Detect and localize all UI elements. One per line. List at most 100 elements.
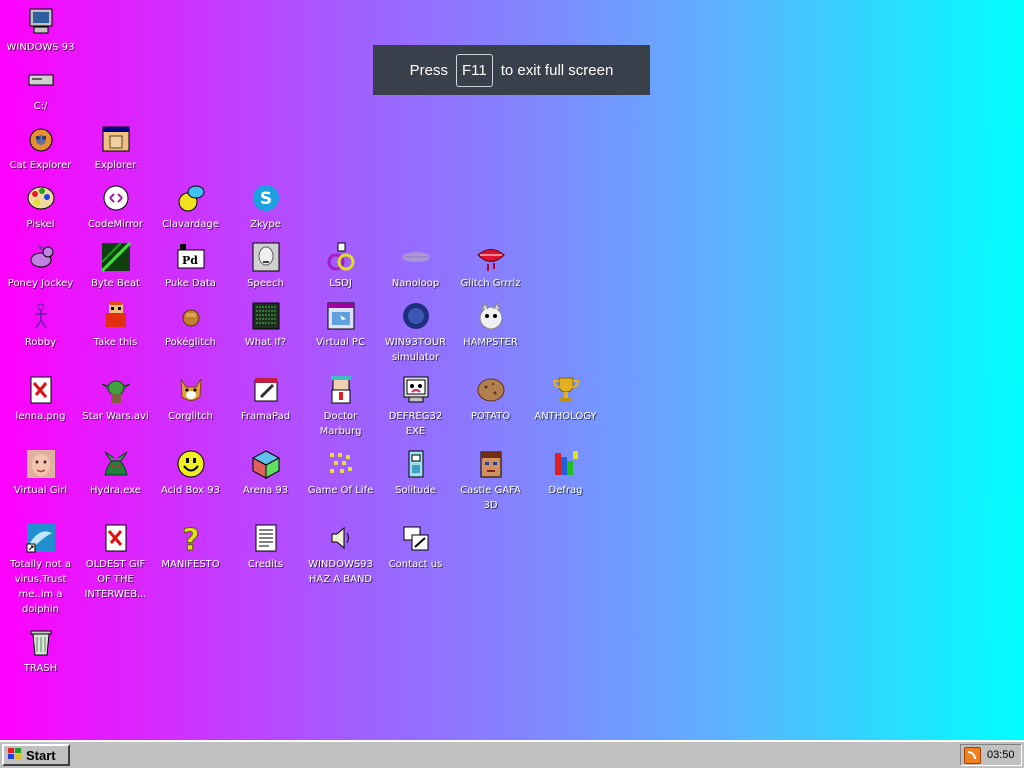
desktop-icon-label: Cat Explorer [9,160,72,171]
desktop-icon-take-this[interactable]: Take this [78,295,153,350]
puredata-icon: Pd [174,240,208,274]
desktop-icon-label: TRASH [23,663,58,674]
cat-icon [24,122,58,156]
desktop-icon-oldest-gif[interactable]: OLDEST GIF OF THE INTERWEB... [78,517,153,602]
speaker-icon [324,521,358,555]
desktop-icon-puke-data[interactable]: Pd Puke Data [153,236,228,291]
desktop-icon-label: FramaPad [240,411,291,422]
fullscreen-notice-post: to exit full screen [500,61,614,79]
desktop-icon-byte-beat[interactable]: Byte Beat [78,236,153,291]
desktop-icon-label: Virtual PC [316,337,365,348]
desktop-icon-label: LSDJ [329,278,352,289]
lips-icon [474,240,508,274]
clock: 03:50 [987,749,1015,761]
desktop-icon-lsdj[interactable]: LSDJ [303,236,378,291]
desktop-icon-dolphin[interactable]: Totally not a virus.Trust me..im a dolph… [3,517,78,617]
start-button[interactable]: Start [2,744,70,766]
desktop-icon-poney-jockey[interactable]: Poney Jockey [3,236,78,291]
desktop-icon-defreg32[interactable]: DEFREG32 EXE [378,369,453,439]
desktop-icon-credits[interactable]: Credits [228,517,303,572]
desktop-icon-label: Solitude [395,485,436,496]
desktop-icon-pokeglitch[interactable]: Pokéglitch [153,295,228,350]
desktop-icon-label: Castle GAFA 3D [460,485,521,511]
rss-icon[interactable] [964,746,981,764]
desktop-icon-contact-us[interactable]: Contact us [378,517,453,572]
computer-icon [24,4,58,38]
desktop-icon-glitch-grrrlz[interactable]: Glitch Grrrlz [453,236,528,291]
desktop-icon-label: Contact us [388,559,443,570]
desktop-icon-codemirror[interactable]: CodeMirror [78,177,153,232]
pony-icon [24,240,58,274]
desktop-icon-lenna[interactable]: lenna.png [3,369,78,424]
solitude-icon [399,447,433,481]
taskbar: Start 03:50 [0,740,1024,768]
desktop-icon-windows93[interactable]: WINDOWS 93 [3,0,78,55]
desktop-icon-potato[interactable]: POTATO [453,369,528,424]
desktop-icon-virtual-girl[interactable]: Virtual Girl [3,443,78,498]
hydra-icon [99,447,133,481]
desktop-icon-c-drive[interactable]: C:/ [3,59,78,114]
desktop-icon-label: CodeMirror [87,219,144,230]
code-icon [99,181,133,215]
desktop-icon-virtual-pc[interactable]: Virtual PC [303,295,378,350]
desktop-icon-label: ANTHOLOGY [534,411,597,422]
desktop-icon-label: Take this [93,337,138,348]
desktop-icon-hydra[interactable]: Hydra.exe [78,443,153,498]
desktop-icon-label: Arena 93 [242,485,289,496]
desktop-icon-piskel[interactable]: Piskel [3,177,78,232]
desktop-icon-label: Glitch Grrrlz [460,278,521,289]
defreg-icon [399,373,433,407]
window-icon [99,122,133,156]
desktop-icon-castle-gafa[interactable]: Castle GAFA 3D [453,443,528,513]
desktop-icon-label: Puke Data [165,278,216,289]
desktop-icon-framapad[interactable]: FramaPad [228,369,303,424]
svg-text:S: S [259,189,271,209]
desktop-icon-label: Credits [247,559,284,570]
speech-icon [249,240,283,274]
desktop-icon-label: DEFREG32 EXE [388,411,443,437]
system-tray: 03:50 [960,744,1022,766]
fullscreen-notice: Press F11 to exit full screen [373,45,650,95]
desktop-icon-manifesto[interactable]: ? MANIFESTO [153,517,228,572]
desktop-icon-label: Doctor Marburg [319,411,362,437]
desktop-icon-doctor-marburg[interactable]: Doctor Marburg [303,369,378,439]
desktop-icon-label: Speech [247,278,284,289]
desktop-icon-label: Clavardage [162,219,219,230]
desktop-icon-label: WINDOWS93 HAZ A BAND [308,559,373,585]
desktop-icon-explorer[interactable]: Explorer [78,118,153,173]
desktop-icon-game-of-life[interactable]: Game Of Life [303,443,378,498]
desktop-icon-label: lenna.png [15,411,66,422]
desktop-icon-haz-a-band[interactable]: WINDOWS93 HAZ A BAND [303,517,378,587]
svg-text:Pd: Pd [182,254,198,267]
desktop-icon-hampster[interactable]: HAMPSTER [453,295,528,350]
terminal-icon [249,299,283,333]
desktop-icon-acid-box[interactable]: Acid Box 93 [153,443,228,498]
framapad-icon [249,373,283,407]
doctor-icon [324,373,358,407]
desktop-icon-trash[interactable]: TRASH [3,621,78,676]
desktop-icon-label: Pokéglitch [164,337,217,348]
desktop-icon-corglitch[interactable]: Corglitch [153,369,228,424]
defrag-icon [549,447,583,481]
pokeglitch-icon [174,299,208,333]
desktop-icon-what-if[interactable]: What If? [228,295,303,350]
drive-icon [24,63,58,97]
desktop-icon-win93tour[interactable]: WIN93TOUR simulator [378,295,453,365]
desktop-icon-label: OLDEST GIF OF THE INTERWEB... [84,559,147,600]
start-label: Start [26,747,56,763]
desktop-icon-label: Defrag [548,485,583,496]
desktop-icon-defrag[interactable]: Defrag [528,443,603,498]
desktop-icon-speech[interactable]: Speech [228,236,303,291]
desktop-icon-anthology[interactable]: ANTHOLOGY [528,369,603,424]
desktop-icon-zkype[interactable]: S Zkype [228,177,303,232]
desktop-icon-clavardage[interactable]: Clavardage [153,177,228,232]
contact-icon [399,521,433,555]
desktop-icon-robby[interactable]: Robby [3,295,78,350]
desktop-icon-star-wars[interactable]: Star Wars.avi [78,369,153,424]
desktop-icon-label: Hydra.exe [90,485,141,496]
desktop-icon-cat-explorer[interactable]: Cat Explorer [3,118,78,173]
game-of-life-icon [324,447,358,481]
desktop-icon-solitude[interactable]: Solitude [378,443,453,498]
desktop-icon-nanoloop[interactable]: Nanoloop [378,236,453,291]
desktop-icon-arena93[interactable]: Arena 93 [228,443,303,498]
